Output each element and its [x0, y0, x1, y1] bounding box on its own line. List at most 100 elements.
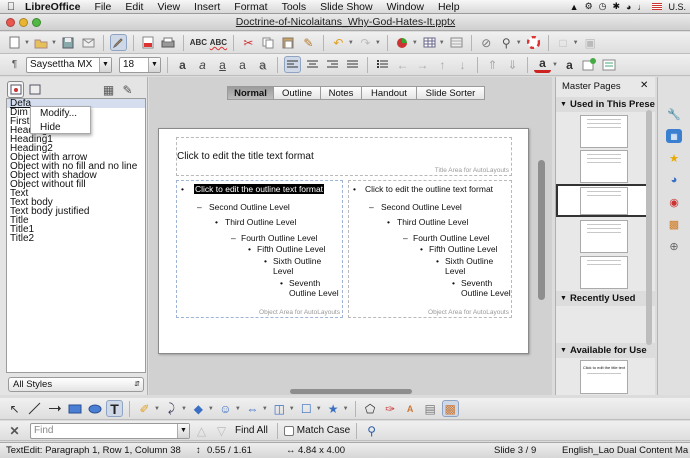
master-thumbnail[interactable] — [580, 256, 628, 289]
outline-level-7[interactable]: Seventh — [289, 278, 320, 288]
redo-icon[interactable]: ↷ — [357, 34, 374, 51]
menu-tools[interactable]: Tools — [275, 1, 314, 13]
section-used-in-presentation[interactable]: ▼ Used in This Prese — [556, 97, 656, 112]
menu-help[interactable]: Help — [431, 1, 467, 13]
transition-icon[interactable]: ◉ — [666, 195, 682, 209]
context-modify[interactable]: Modify... — [31, 107, 90, 121]
styles-icon[interactable]: ¶ — [6, 56, 23, 73]
export-pdf-icon[interactable] — [140, 34, 157, 51]
style-filter-select[interactable]: All Styles ⇵ — [8, 377, 144, 392]
slide-layout-icon[interactable]: ▦ — [666, 129, 682, 143]
wrench-icon[interactable]: 🔧 — [666, 107, 682, 121]
menu-file[interactable]: File — [87, 1, 118, 13]
block-arrows-icon[interactable]: ⇔ — [244, 400, 261, 417]
fill-format-icon[interactable]: ▦ — [100, 81, 117, 98]
close-find-icon[interactable]: ✕ — [6, 422, 23, 439]
bullets-numbering-icon[interactable] — [601, 56, 618, 73]
volume-icon[interactable]: ♩ — [637, 2, 646, 12]
edit-file-icon[interactable] — [109, 34, 127, 51]
tab-handout[interactable]: Handout — [361, 86, 417, 100]
master-thumbnail[interactable]: Click to edit the title text — [580, 360, 628, 394]
outline-level-1[interactable]: Click to edit the outline text format — [365, 184, 493, 194]
style-item[interactable]: Title2 — [7, 234, 145, 244]
chevron-down-icon[interactable]: ▼ — [148, 57, 160, 72]
align-left-icon[interactable] — [284, 56, 301, 73]
arrow-down-icon[interactable]: ↓ — [454, 56, 471, 73]
font-color-icon[interactable]: a — [534, 56, 551, 73]
new-style-icon[interactable]: ✎ — [119, 81, 136, 98]
connector-icon[interactable]: ⤸ — [163, 400, 180, 417]
align-center-icon[interactable] — [304, 56, 321, 73]
match-case-checkbox[interactable] — [283, 425, 294, 436]
zoom-icon[interactable]: ⚲ — [498, 34, 515, 51]
grid-icon[interactable] — [448, 34, 465, 51]
section-available-for-use[interactable]: ▼ Available for Use — [556, 343, 656, 358]
undo-icon[interactable]: ↶ — [330, 34, 347, 51]
menu-insert[interactable]: Insert — [187, 1, 227, 13]
outline-level-7[interactable]: Seventh — [461, 278, 492, 288]
tab-notes[interactable]: Notes — [320, 86, 362, 100]
slide-layout-icon[interactable]: □ — [555, 34, 572, 51]
input-locale[interactable]: U.S. — [668, 2, 686, 12]
underline-icon[interactable]: a — [214, 56, 231, 73]
callouts-icon[interactable]: ☐ — [298, 400, 315, 417]
outline-level-7-cont[interactable]: Outline Level — [461, 288, 511, 298]
master-slides-icon[interactable]: ★ — [666, 151, 682, 165]
arrow-left-icon[interactable]: ← — [394, 56, 411, 73]
menu-slide-show[interactable]: Slide Show — [313, 1, 380, 13]
new-slide-icon[interactable]: ▣ — [582, 34, 599, 51]
email-icon[interactable] — [80, 34, 97, 51]
rectangle-icon[interactable] — [66, 400, 83, 417]
minimize-window-button[interactable] — [19, 17, 28, 27]
line-icon[interactable] — [26, 400, 43, 417]
menu-format[interactable]: Format — [227, 1, 274, 13]
bluetooth-icon[interactable]: ✱ — [613, 1, 621, 12]
fontwork-icon[interactable]: A — [402, 400, 419, 417]
new-document-icon[interactable] — [6, 34, 23, 51]
animation-icon[interactable]: ◕ — [666, 173, 682, 187]
navigator-icon[interactable]: ⊕ — [666, 239, 682, 253]
open-folder-icon[interactable] — [33, 34, 50, 51]
left-object-placeholder[interactable]: • Click to edit the outline text format … — [176, 180, 343, 318]
gallery-icon[interactable]: ▩ — [441, 400, 459, 417]
chart-icon[interactable] — [394, 34, 411, 51]
horizontal-scrollbar[interactable] — [290, 389, 412, 394]
drawing-styles-icon[interactable] — [7, 81, 24, 98]
master-thumbnail-selected[interactable] — [556, 184, 650, 217]
outline-level-6-cont[interactable]: Level — [273, 266, 293, 276]
copy-icon[interactable] — [260, 34, 277, 51]
no-entry-icon[interactable]: ⊘ — [478, 34, 495, 51]
bullets-icon[interactable] — [374, 56, 391, 73]
paste-icon[interactable] — [280, 34, 297, 51]
outline-level-2[interactable]: Second Outline Level — [381, 202, 462, 212]
outline-font-icon[interactable]: a — [234, 56, 251, 73]
slide-canvas[interactable]: Click to edit the title text format Titl… — [158, 128, 529, 354]
dropbox-icon[interactable]: ▲ — [570, 2, 579, 12]
chevron-down-icon[interactable]: ▼ — [177, 423, 189, 438]
italic-icon[interactable]: a — [194, 56, 211, 73]
shadow-icon[interactable]: a — [254, 56, 271, 73]
justify-icon[interactable] — [344, 56, 361, 73]
outline-level-6[interactable]: Sixth Outline — [273, 256, 321, 266]
outline-level-2[interactable]: Second Outline Level — [209, 202, 290, 212]
zoom-window-button[interactable] — [32, 17, 41, 27]
cut-icon[interactable]: ✂ — [240, 34, 257, 51]
title-text[interactable]: Click to edit the title text format — [177, 152, 314, 162]
vertical-scrollbar[interactable] — [538, 160, 545, 300]
help-icon[interactable] — [525, 34, 542, 51]
tab-slide-sorter[interactable]: Slide Sorter — [416, 86, 485, 100]
wifi-icon[interactable]: ◕ — [626, 2, 631, 12]
autospell-icon[interactable]: ABC — [210, 34, 227, 51]
tab-outline[interactable]: Outline — [273, 86, 321, 100]
context-hide[interactable]: Hide — [31, 121, 90, 135]
time-machine-icon[interactable]: ◷ — [599, 1, 607, 12]
menu-view[interactable]: View — [150, 1, 187, 13]
close-icon[interactable]: ✕ — [640, 80, 648, 91]
title-placeholder[interactable]: Click to edit the title text format Titl… — [176, 137, 512, 176]
chevron-down-icon[interactable]: ▼ — [99, 57, 111, 72]
outline-level-6-cont[interactable]: Level — [445, 266, 465, 276]
basic-shapes-icon[interactable]: ◆ — [190, 400, 207, 417]
find-replace-icon[interactable]: ⚲ — [363, 422, 380, 439]
outline-level-4[interactable]: Fourth Outline Level — [413, 233, 490, 243]
menu-edit[interactable]: Edit — [118, 1, 150, 13]
